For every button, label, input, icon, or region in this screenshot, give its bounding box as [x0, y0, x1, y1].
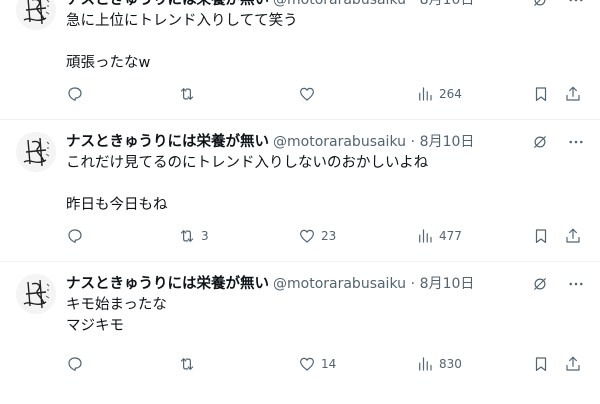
tweet-line: これだけ見てるのにトレンド入りしないのおかしいよね — [66, 155, 429, 171]
views-icon — [419, 229, 432, 243]
action-bar: 264 — [66, 82, 588, 106]
reply-icon — [68, 357, 82, 371]
retweet-icon — [180, 230, 194, 242]
avatar[interactable] — [16, 274, 56, 314]
views-button[interactable]: 264 — [416, 82, 462, 106]
tweet-line — [66, 174, 586, 195]
tweet-line: 頑張ったなw — [66, 55, 151, 71]
tweet-text: これだけ見てるのにトレンド入りしないのおかしいよね 昨日も今日もね — [66, 153, 586, 216]
share-button[interactable] — [564, 352, 582, 376]
reply-button[interactable] — [66, 352, 84, 376]
grok-icon[interactable] — [528, 130, 552, 154]
like-count: 23 — [321, 229, 337, 243]
like-icon — [300, 87, 314, 101]
bookmark-icon — [535, 87, 547, 101]
tweet-line: 昨日も今日もね — [66, 197, 168, 213]
like-icon — [300, 357, 314, 371]
tweet-line: キモ始まったな — [66, 297, 167, 313]
display-name[interactable]: ナスときゅうりには栄養が無い — [66, 276, 269, 292]
like-icon — [300, 229, 314, 243]
tweet-header: ナスときゅうりには栄養が無い @motorarabusaiku · 8月10日 — [66, 132, 474, 152]
retweet-icon — [180, 88, 194, 100]
bookmark-button[interactable] — [532, 82, 550, 106]
retweet-button[interactable]: 3 — [178, 224, 209, 248]
tweet-line: 急に上位にトレンド入りしてて笑う — [66, 13, 298, 29]
more-icon[interactable] — [564, 130, 588, 154]
tweet-header: ナスときゅうりには栄養が無い @motorarabusaiku · 8月10日 — [66, 0, 474, 10]
tweet-header: ナスときゅうりには栄養が無い @motorarabusaiku · 8月10日 — [66, 274, 474, 294]
tweet[interactable]: ナスときゅうりには栄養が無い @motorarabusaiku · 8月10日 こ… — [0, 120, 600, 262]
share-icon — [566, 356, 580, 371]
like-button[interactable] — [298, 82, 321, 106]
user-handle[interactable]: @motorarabusaiku — [273, 134, 406, 150]
display-name[interactable]: ナスときゅうりには栄養が無い — [66, 134, 269, 150]
avatar[interactable] — [16, 132, 56, 172]
tweet-date[interactable]: 8月10日 — [420, 276, 475, 292]
tweet-text: キモ始まったな マジキモ — [66, 295, 586, 337]
tweet-text: 急に上位にトレンド入りしてて笑う 頑張ったなw — [66, 11, 586, 74]
reply-icon — [68, 229, 82, 243]
bookmark-button[interactable] — [532, 352, 550, 376]
views-icon — [419, 357, 432, 371]
retweet-count: 3 — [201, 229, 209, 243]
display-name[interactable]: ナスときゅうりには栄養が無い — [66, 0, 269, 8]
views-button[interactable]: 830 — [416, 352, 462, 376]
avatar[interactable] — [16, 0, 56, 30]
retweet-button[interactable] — [178, 352, 201, 376]
more-icon[interactable] — [564, 272, 588, 296]
separator: · — [410, 134, 416, 150]
view-count: 830 — [439, 357, 462, 371]
action-bar: 3 23 477 — [66, 224, 588, 248]
reply-icon — [68, 87, 82, 101]
share-button[interactable] — [564, 224, 582, 248]
reply-button[interactable] — [66, 82, 84, 106]
tweet-date[interactable]: 8月10日 — [420, 134, 475, 150]
tweet-line: マジキモ — [66, 318, 124, 334]
like-button[interactable]: 23 — [298, 224, 336, 248]
separator: · — [410, 0, 416, 8]
retweet-icon — [180, 358, 194, 370]
bookmark-icon — [535, 229, 547, 243]
share-icon — [566, 228, 580, 243]
user-handle[interactable]: @motorarabusaiku — [273, 276, 406, 292]
reply-button[interactable] — [66, 224, 84, 248]
views-button[interactable]: 477 — [416, 224, 462, 248]
view-count: 477 — [439, 229, 462, 243]
view-count: 264 — [439, 87, 462, 101]
share-icon — [566, 86, 580, 101]
user-handle[interactable]: @motorarabusaiku — [273, 0, 406, 8]
bookmark-icon — [535, 357, 547, 371]
bookmark-button[interactable] — [532, 224, 550, 248]
share-button[interactable] — [564, 82, 582, 106]
action-bar: 14 830 — [66, 352, 588, 376]
separator: · — [410, 276, 416, 292]
like-count: 14 — [321, 357, 337, 371]
tweet-line — [66, 32, 586, 53]
grok-icon[interactable] — [528, 272, 552, 296]
views-icon — [419, 87, 432, 101]
tweet-date[interactable]: 8月10日 — [420, 0, 475, 8]
like-button[interactable]: 14 — [298, 352, 336, 376]
tweet[interactable]: ナスときゅうりには栄養が無い @motorarabusaiku · 8月10日 急… — [0, 0, 600, 120]
retweet-button[interactable] — [178, 82, 201, 106]
